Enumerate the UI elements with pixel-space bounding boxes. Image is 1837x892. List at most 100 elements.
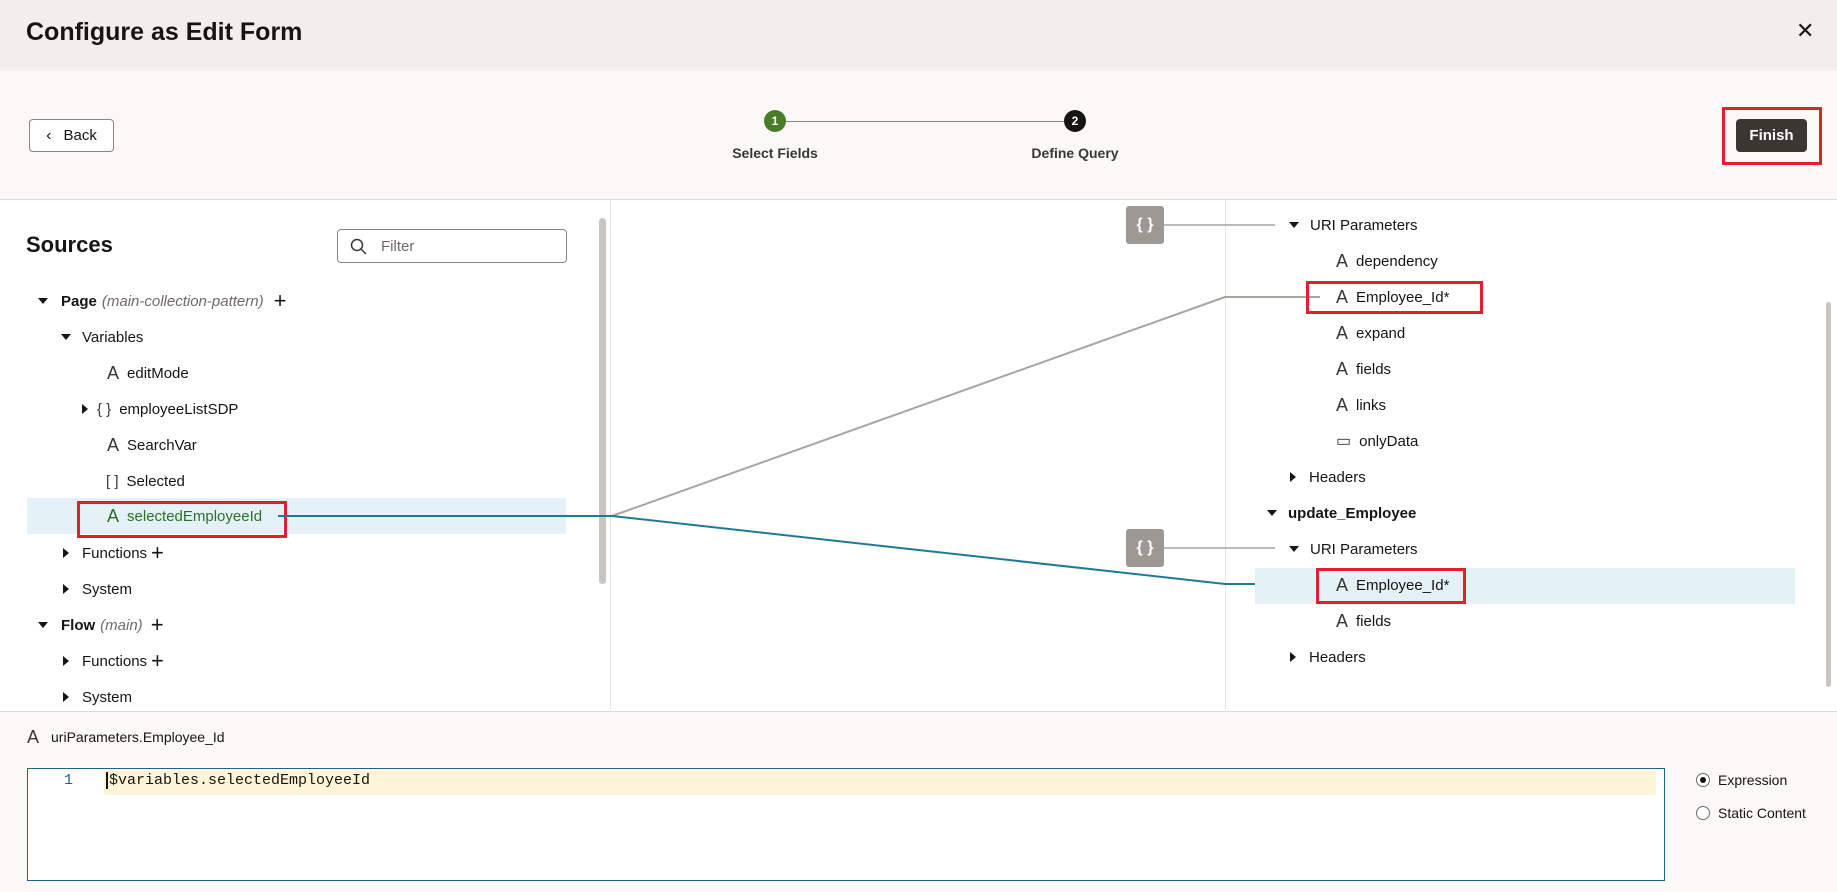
filter-field[interactable] [337,229,567,263]
caret-right-icon[interactable] [63,692,69,702]
target-param[interactable]: ▭ onlyData [1336,429,1418,453]
step-1-indicator[interactable]: 1 [764,110,786,132]
close-icon[interactable]: ✕ [1796,18,1814,44]
wizard-toolbar [0,71,1837,200]
filter-input[interactable] [381,237,551,255]
radio-label: Expression [1718,772,1788,788]
functions-label: Functions [82,544,148,562]
headers-label: Headers [1309,468,1366,486]
tree-node-system[interactable]: System [63,577,132,601]
page-note: (main-collection-pattern) [101,292,264,310]
caret-right-icon[interactable] [63,656,69,666]
page-label: Page [61,292,97,310]
sources-heading: Sources [26,232,113,257]
string-icon: A [107,434,120,455]
caret-right-icon[interactable] [1290,652,1296,662]
functions-label: Functions [82,652,148,670]
target-param[interactable]: A fields [1336,609,1391,633]
dialog-title: Configure as Edit Form [26,18,303,46]
tree-item-variable[interactable]: A editMode [107,361,189,385]
tree-node-page[interactable]: Page (main-collection-pattern) + [38,289,286,313]
add-page-item-icon[interactable]: + [274,290,287,312]
string-icon: A [1336,322,1349,343]
target-param[interactable]: A links [1336,393,1386,417]
add-function-icon[interactable]: + [151,542,164,564]
object-badge-icon: { } [1126,529,1164,567]
tree-item-variable[interactable]: { } employeeListSDP [82,397,238,421]
tree-node-variables[interactable]: Variables [61,325,143,349]
step-2-indicator[interactable]: 2 [1064,110,1086,132]
target-param[interactable]: A dependency [1336,249,1438,273]
sources-scrollbar[interactable] [599,218,606,584]
tree-item-variable[interactable]: [ ] Selected [106,469,185,493]
caret-down-icon[interactable] [61,334,71,340]
caret-down-icon[interactable] [1289,222,1299,228]
caret-down-icon[interactable] [1267,510,1277,516]
finish-highlight-box [1722,107,1822,165]
param-label: links [1356,396,1387,414]
add-flow-item-icon[interactable]: + [151,614,164,636]
tree-node-flow-functions[interactable]: Functions + [63,649,164,673]
tree-node-update-employee[interactable]: update_Employee [1267,501,1416,525]
tree-node-flow[interactable]: Flow (main) + [38,613,164,637]
target-param[interactable]: A fields [1336,357,1391,381]
search-icon [350,238,367,255]
uri-parameters-label: URI Parameters [1310,540,1418,558]
caret-down-icon[interactable] [38,622,48,628]
back-button-label: Back [63,127,97,144]
target-highlight-box [1306,281,1483,314]
radio-static-content[interactable]: Static Content [1696,805,1806,821]
string-icon: A [27,726,40,747]
targets-scrollbar[interactable] [1826,302,1831,687]
radio-unselected-icon[interactable] [1696,806,1710,820]
tree-node-functions[interactable]: Functions + [63,541,164,565]
dialog-header: Configure as Edit Form ✕ [0,0,1837,71]
stepper-connector [786,121,1064,122]
param-label: dependency [1356,252,1438,270]
object-badge-icon: { } [1126,206,1164,244]
update-employee-label: update_Employee [1288,504,1417,522]
flow-label: Flow [61,616,96,634]
unmapped-link [611,296,1320,517]
expression-editor[interactable]: 1 $variables.selectedEmployeeId [27,768,1665,881]
expression-target-path: A uriParameters.Employee_Id [27,725,225,749]
tree-node-uri-parameters[interactable]: URI Parameters [1289,537,1418,561]
source-highlight-box [77,501,287,538]
tree-item-variable[interactable]: A SearchVar [107,433,197,457]
caret-down-icon[interactable] [1289,546,1299,552]
variable-label: SearchVar [127,436,197,454]
variables-label: Variables [82,328,144,346]
param-label: onlyData [1359,432,1419,450]
string-icon: A [1336,250,1349,271]
expression-path-label: uriParameters.Employee_Id [51,729,225,745]
tree-node-flow-system[interactable]: System [63,685,132,709]
tree-node-headers[interactable]: Headers [1290,645,1366,669]
caret-right-icon[interactable] [1290,472,1296,482]
radio-selected-icon[interactable] [1696,773,1710,787]
target-param[interactable]: A expand [1336,321,1405,345]
step-1-label[interactable]: Select Fields [732,145,818,161]
param-label: expand [1356,324,1406,342]
system-label: System [82,580,133,598]
variable-label: editMode [127,364,189,382]
string-icon: A [1336,358,1349,379]
string-icon: A [107,362,120,383]
expression-code[interactable]: $variables.selectedEmployeeId [106,772,370,789]
tree-node-headers[interactable]: Headers [1290,465,1366,489]
flow-note: (main) [100,616,143,634]
caret-right-icon[interactable] [63,584,69,594]
variable-label: Selected [126,472,185,490]
back-button[interactable]: ‹ Back [29,119,114,152]
chevron-left-icon: ‹ [46,126,52,144]
add-function-icon[interactable]: + [151,650,164,672]
param-label: fields [1356,612,1392,630]
caret-right-icon[interactable] [82,404,88,414]
tree-node-uri-parameters[interactable]: URI Parameters [1289,213,1418,237]
caret-down-icon[interactable] [38,298,48,304]
variable-label: employeeListSDP [119,400,239,418]
string-icon: A [1336,394,1349,415]
radio-expression[interactable]: Expression [1696,772,1787,788]
target-highlight-box [1316,568,1466,604]
caret-right-icon[interactable] [63,548,69,558]
step-2-label[interactable]: Define Query [1031,145,1118,161]
